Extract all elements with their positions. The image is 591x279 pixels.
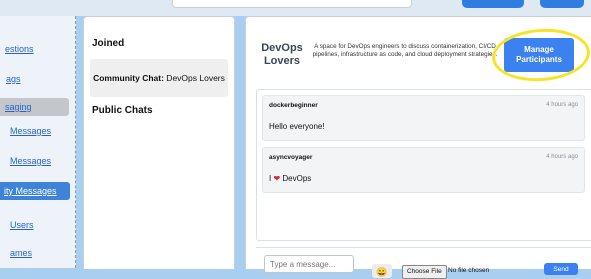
sidebar-item-questions[interactable]: estions (5, 40, 34, 58)
message-list: dockerbeginner 4 hours ago Hello everyon… (256, 89, 591, 241)
manage-participants-button[interactable]: Manage Participants (504, 38, 574, 72)
joined-heading: Joined (92, 38, 125, 49)
header-button[interactable] (540, 0, 584, 8)
sidebar-item-label: Messages (10, 156, 52, 166)
sidebar: estions ags saging Messages Messages ity… (0, 16, 76, 268)
sidebar-item-label: saging (5, 102, 32, 112)
sidebar-item-label: ames (10, 248, 33, 258)
joined-room-item[interactable]: Community Chat: DevOps Lovers (90, 59, 228, 97)
message-composer: Type a message... 😀 Choose File No file … (256, 247, 591, 279)
chat-title-line: DevOps (261, 42, 303, 54)
message-timestamp: 4 hours ago (546, 154, 578, 160)
sidebar-item-messages[interactable]: Messages (10, 122, 51, 140)
message-username[interactable]: asyncvoyager (269, 154, 312, 161)
message-username[interactable]: dockerbeginner (269, 102, 318, 109)
message-input[interactable]: Type a message... (264, 255, 354, 273)
sidebar-item-messages[interactable]: Messages (10, 152, 51, 170)
emoji-picker-button[interactable]: 😀 (372, 264, 392, 278)
sidebar-item-messaging[interactable]: saging (0, 98, 69, 116)
sidebar-item-games[interactable]: ames (10, 244, 32, 262)
top-header (0, 0, 591, 16)
message-text-part: DevOps (282, 174, 312, 183)
sidebar-item-label: ags (6, 74, 21, 84)
sidebar-item-label: Messages (10, 126, 52, 136)
room-name: DevOps Lovers (163, 73, 225, 83)
file-status: No file chosen (448, 267, 490, 274)
header-search-input[interactable] (172, 0, 412, 8)
sidebar-item-label: Users (10, 220, 34, 230)
header-button[interactable] (462, 0, 524, 8)
message-text-part: I (269, 174, 272, 183)
manage-label: Manage (524, 45, 554, 54)
room-prefix: Community Chat: (93, 73, 164, 83)
heart-icon: ❤ (273, 174, 281, 183)
sidebar-item-label: estions (5, 44, 34, 54)
choose-file-button[interactable]: Choose File (402, 265, 447, 279)
message-text: I ❤ DevOps (269, 174, 311, 183)
chat-panel: DevOps Lovers A space for DevOps enginee… (245, 16, 591, 279)
message-item: dockerbeginner 4 hours ago Hello everyon… (262, 95, 585, 141)
chat-title-line: Lovers (263, 55, 301, 67)
chat-description: A space for DevOps engineers to discuss … (312, 43, 498, 58)
send-button[interactable]: Send (544, 263, 578, 275)
manage-label: Participants (516, 55, 562, 64)
sidebar-item-users[interactable]: Users (10, 216, 34, 234)
message-timestamp: 4 hours ago (546, 102, 578, 108)
chat-title: DevOps Lovers (260, 42, 304, 68)
message-item: asyncvoyager 4 hours ago I ❤ DevOps (262, 147, 585, 193)
public-chats-heading: Public Chats (92, 105, 153, 116)
sidebar-item-tags[interactable]: ags (6, 70, 21, 88)
joined-chats-panel: Joined Community Chat: DevOps Lovers Pub… (83, 16, 235, 269)
sidebar-item-label: ity Messages (4, 186, 57, 196)
message-text: Hello everyone! (269, 122, 325, 131)
sidebar-item-community-messages[interactable]: ity Messages (0, 182, 70, 200)
